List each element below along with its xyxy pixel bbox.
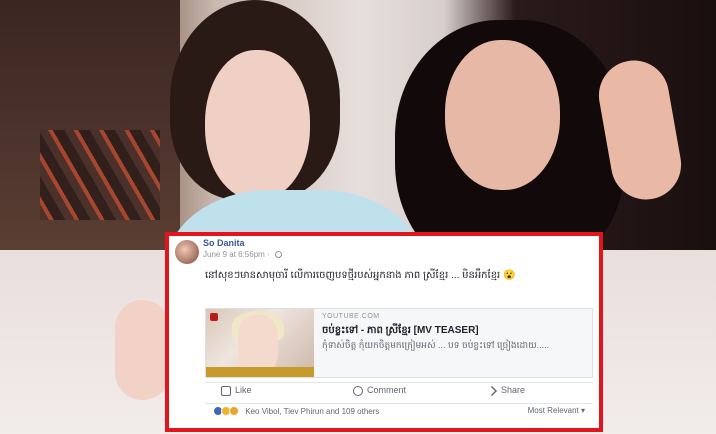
comment-label: Comment <box>367 385 407 395</box>
globe-icon <box>274 251 282 259</box>
facebook-post: So Danita June 9 at 6:56pm · នៅសុខៗមានសា… <box>169 236 599 428</box>
post-text: នៅសុខៗមានសាមុចារី លើការចេញបទថ្មីរបស់អ្នក… <box>205 270 516 281</box>
avatar[interactable] <box>175 240 199 264</box>
like-icon <box>221 385 231 396</box>
thumbnail-banner <box>206 367 314 377</box>
photo-stand <box>40 130 160 220</box>
most-relevant-dropdown[interactable]: Most Relevant ▾ <box>528 406 585 415</box>
post-time[interactable]: June 9 at 6:56pm · <box>203 250 282 259</box>
post-time-text: June 9 at 6:56pm · <box>203 250 272 259</box>
action-bar: Like Comment Share <box>205 382 593 404</box>
photo-person-right-face <box>445 40 560 190</box>
channel-logo-icon <box>210 313 218 321</box>
photo-person-left-arm <box>115 300 170 400</box>
reactions-row[interactable]: Keo Vibol, Tiev Phirun and 109 others Mo… <box>213 406 593 420</box>
like-button[interactable]: Like <box>221 385 252 396</box>
link-thumbnail[interactable] <box>206 309 314 377</box>
author-name[interactable]: So Danita <box>203 238 245 248</box>
link-source: YOUTUBE.COM <box>322 313 380 320</box>
like-label: Like <box>235 385 252 395</box>
reaction-names[interactable]: Keo Vibol, Tiev Phirun and 109 others <box>245 407 379 416</box>
link-preview[interactable]: YOUTUBE.COM ចប់ខ្លះទៅ - ភាព ស្រីខ្មែរ [M… <box>205 308 593 378</box>
thumbnail-face <box>238 315 278 371</box>
link-description: កុំទាស់ចិត្ត កុំយកចិត្តមកក្រៀមអស់ ... បទ… <box>322 340 550 350</box>
haha-reaction-icon <box>229 406 239 416</box>
share-button[interactable]: Share <box>487 385 525 396</box>
share-label: Share <box>501 385 526 395</box>
share-icon <box>487 385 497 396</box>
highlight-box: So Danita June 9 at 6:56pm · នៅសុខៗមានសា… <box>165 232 603 432</box>
comment-icon <box>353 385 363 396</box>
comment-button[interactable]: Comment <box>353 385 406 396</box>
link-title[interactable]: ចប់ខ្លះទៅ - ភាព ស្រីខ្មែរ [MV TEASER] <box>322 323 479 338</box>
photo-person-left-face <box>205 50 310 200</box>
